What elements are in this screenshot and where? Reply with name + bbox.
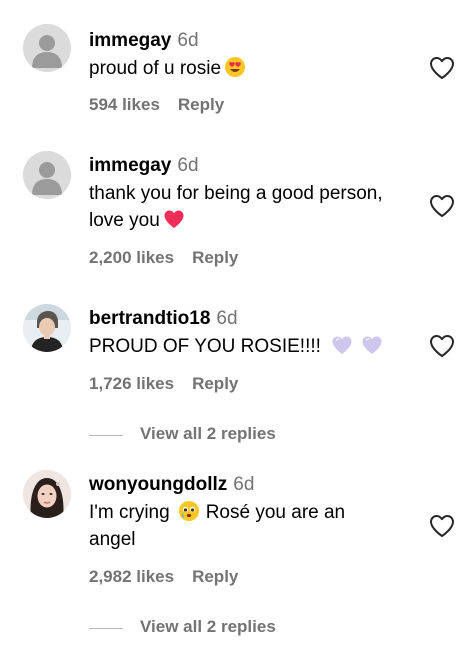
username[interactable]: wonyoungdollz: [89, 474, 227, 495]
heart-eyes-emoji-icon: [224, 56, 246, 78]
profile-photo-icon: [23, 470, 71, 518]
username[interactable]: immegay: [89, 155, 171, 176]
reply-button[interactable]: Reply: [192, 248, 238, 267]
comment-header: immegay 6d: [89, 155, 199, 177]
comment-age: 6d: [177, 155, 199, 176]
avatar[interactable]: [23, 470, 71, 518]
comment-age: 6d: [216, 308, 238, 329]
avatar[interactable]: [23, 151, 71, 199]
comment-text-body: love you: [89, 210, 160, 231]
like-count[interactable]: 1,726 likes: [89, 374, 174, 393]
comment-text-line: love you: [89, 207, 383, 234]
comment-meta: 2,200 likes Reply: [89, 248, 238, 268]
comment-text-body: proud of u rosie: [89, 58, 222, 79]
comment-text: proud of u rosie: [89, 55, 246, 82]
comment-text-body: I'm crying: [89, 502, 170, 523]
username[interactable]: immegay: [89, 30, 171, 51]
reply-button[interactable]: Reply: [192, 374, 238, 393]
profile-photo-icon: [23, 304, 71, 352]
purple-heart-emoji-icon: [361, 334, 383, 356]
like-count[interactable]: 594 likes: [89, 95, 160, 114]
comment-text-line: I'm crying Rosé you are an: [89, 499, 345, 526]
view-replies-button[interactable]: View all 2 replies: [89, 617, 389, 639]
like-heart-icon[interactable]: [429, 56, 455, 80]
like-heart-icon[interactable]: [429, 194, 455, 218]
comment-text: PROUD OF YOU ROSIE!!!!: [89, 333, 383, 360]
like-count[interactable]: 2,200 likes: [89, 248, 174, 267]
crying-face-emoji-icon: [178, 500, 200, 522]
comment-text-body: PROUD OF YOU ROSIE!!!!: [89, 336, 321, 357]
comment-text-body: Rosé you are an: [205, 502, 346, 523]
avatar[interactable]: [23, 24, 71, 72]
reply-button[interactable]: Reply: [178, 95, 224, 114]
comment-header: immegay 6d: [89, 30, 199, 52]
username[interactable]: bertrandtio18: [89, 308, 210, 329]
comment-age: 6d: [177, 30, 199, 51]
comment-text-line: angel: [89, 529, 136, 550]
comment-meta: 1,726 likes Reply: [89, 374, 238, 394]
view-replies-button[interactable]: View all 2 replies: [89, 424, 389, 446]
comment-header: wonyoungdollz 6d: [89, 474, 254, 496]
avatar[interactable]: [23, 304, 71, 352]
reply-divider-line: [89, 435, 123, 436]
red-heart-emoji-icon: [163, 208, 185, 230]
purple-heart-emoji-icon: [331, 334, 353, 356]
comment-header: bertrandtio18 6d: [89, 308, 238, 330]
like-heart-icon[interactable]: [429, 514, 455, 538]
comment-meta: 594 likes Reply: [89, 95, 224, 115]
like-count[interactable]: 2,982 likes: [89, 567, 174, 586]
comment-text: I'm crying Rosé you are an angel: [89, 499, 345, 553]
comment-text-line: thank you for being a good person,: [89, 183, 383, 204]
comment-meta: 2,982 likes Reply: [89, 567, 238, 587]
default-avatar-icon: [23, 151, 71, 199]
like-heart-icon[interactable]: [429, 334, 455, 358]
reply-divider-line: [89, 628, 123, 629]
comment-text: thank you for being a good person, love …: [89, 180, 383, 234]
view-replies-label: View all 2 replies: [140, 424, 276, 443]
comment-age: 6d: [233, 474, 255, 495]
default-avatar-icon: [23, 24, 71, 72]
reply-button[interactable]: Reply: [192, 567, 238, 586]
view-replies-label: View all 2 replies: [140, 617, 276, 636]
